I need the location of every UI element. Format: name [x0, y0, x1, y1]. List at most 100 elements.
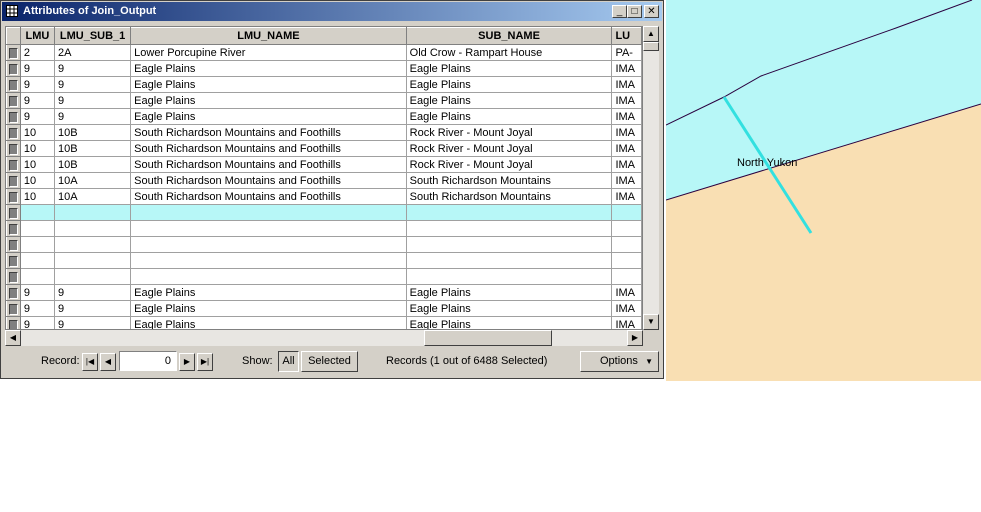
- cell-lmu-sub-1[interactable]: [54, 268, 132, 285]
- cell-lmu-sub-1[interactable]: 9: [54, 76, 132, 93]
- cell-lu[interactable]: IMA: [611, 300, 642, 317]
- row-selector[interactable]: [6, 252, 21, 269]
- scroll-right-button[interactable]: ▶: [627, 330, 643, 346]
- cell-lu[interactable]: [611, 252, 642, 269]
- cell-lu[interactable]: IMA: [611, 172, 642, 189]
- row-selector[interactable]: [6, 108, 21, 125]
- cell-lmu-name[interactable]: [130, 268, 407, 285]
- row-selector[interactable]: [6, 268, 21, 285]
- cell-lmu[interactable]: 10: [20, 124, 56, 141]
- cell-lmu-name[interactable]: South Richardson Mountains and Foothills: [130, 140, 407, 157]
- cell-lmu[interactable]: 9: [20, 300, 56, 317]
- table-row[interactable]: 9 9 Eagle Plains Eagle Plains IMA: [6, 60, 642, 77]
- row-selector[interactable]: [6, 44, 21, 61]
- table-row[interactable]: 9 9 Eagle Plains Eagle Plains IMA: [6, 108, 642, 125]
- cell-lmu-name[interactable]: South Richardson Mountains and Foothills: [130, 172, 407, 189]
- row-selector[interactable]: [6, 156, 21, 173]
- cell-lu[interactable]: IMA: [611, 60, 642, 77]
- cell-sub-name[interactable]: Eagle Plains: [406, 316, 613, 329]
- record-number-input[interactable]: 0: [119, 351, 177, 371]
- cell-sub-name[interactable]: Eagle Plains: [406, 108, 613, 125]
- table-row[interactable]: 10 10B South Richardson Mountains and Foot…: [6, 156, 642, 173]
- table-row[interactable]: [6, 236, 642, 253]
- cell-sub-name[interactable]: [406, 268, 613, 285]
- row-selector[interactable]: [6, 316, 21, 329]
- table-row[interactable]: 10 10B South Richardson Mountains and Foot…: [6, 140, 642, 157]
- options-button[interactable]: Options ▼: [580, 351, 659, 372]
- column-header-lu[interactable]: LU: [611, 27, 642, 45]
- cell-sub-name[interactable]: [406, 204, 613, 221]
- row-selector[interactable]: [6, 204, 21, 221]
- cell-lmu-sub-1[interactable]: 10B: [54, 140, 132, 157]
- row-selector[interactable]: [6, 300, 21, 317]
- cell-sub-name[interactable]: [406, 252, 613, 269]
- last-record-button[interactable]: ▶|: [197, 353, 213, 371]
- column-header-lmu-sub-1[interactable]: LMU_SUB_1: [54, 27, 132, 45]
- cell-lmu[interactable]: 9: [20, 284, 56, 301]
- cell-lmu-name[interactable]: Eagle Plains: [130, 284, 407, 301]
- cell-lu[interactable]: IMA: [611, 76, 642, 93]
- attribute-table[interactable]: LMU LMU_SUB_1 LMU_NAME SUB_NAME LU 2 2A Lo…: [5, 26, 643, 330]
- row-selector[interactable]: [6, 60, 21, 77]
- cell-lmu-name[interactable]: Lower Porcupine River: [130, 44, 407, 61]
- cell-sub-name[interactable]: Rock River - Mount Joyal: [406, 156, 613, 173]
- cell-lmu[interactable]: 9: [20, 108, 56, 125]
- table-row[interactable]: 9 9 Eagle Plains Eagle Plains IMA: [6, 92, 642, 109]
- cell-lmu[interactable]: 9: [20, 92, 56, 109]
- horizontal-scrollbar[interactable]: ◀ ▶: [5, 330, 643, 346]
- cell-lmu[interactable]: 2: [20, 44, 56, 61]
- table-row[interactable]: [6, 268, 642, 285]
- cell-lmu-sub-1[interactable]: [54, 236, 132, 253]
- table-row[interactable]: 9 9 Eagle Plains Eagle Plains IMA: [6, 316, 642, 329]
- cell-lmu-name[interactable]: [130, 204, 407, 221]
- map-view[interactable]: North Yukon: [666, 0, 981, 381]
- scroll-left-button[interactable]: ◀: [5, 330, 21, 346]
- table-row[interactable]: 10 10B South Richardson Mountains and Foot…: [6, 124, 642, 141]
- cell-lmu-sub-1[interactable]: 9: [54, 92, 132, 109]
- cell-lmu-sub-1[interactable]: 10A: [54, 172, 132, 189]
- minimize-button[interactable]: _: [612, 5, 627, 18]
- cell-lmu-sub-1[interactable]: 9: [54, 316, 132, 329]
- title-bar[interactable]: Attributes of Join_Output _ □ ✕: [2, 2, 662, 21]
- show-selected-button[interactable]: Selected: [301, 351, 358, 372]
- cell-lmu-sub-1[interactable]: 9: [54, 60, 132, 77]
- cell-lmu-name[interactable]: [130, 236, 407, 253]
- cell-sub-name[interactable]: Rock River - Mount Joyal: [406, 140, 613, 157]
- cell-lmu-name[interactable]: Eagle Plains: [130, 92, 407, 109]
- row-selector[interactable]: [6, 172, 21, 189]
- cell-lmu-name[interactable]: South Richardson Mountains and Foothills: [130, 124, 407, 141]
- table-row[interactable]: 10 10A South Richardson Mountains and Foot…: [6, 188, 642, 205]
- row-selector[interactable]: [6, 220, 21, 237]
- cell-lmu-name[interactable]: South Richardson Mountains and Foothills: [130, 156, 407, 173]
- cell-lu[interactable]: IMA: [611, 92, 642, 109]
- cell-lmu[interactable]: 10: [20, 140, 56, 157]
- table-row[interactable]: 9 9 Eagle Plains Eagle Plains IMA: [6, 284, 642, 301]
- cell-lu[interactable]: [611, 220, 642, 237]
- column-header-sub-name[interactable]: SUB_NAME: [405, 27, 613, 45]
- cell-lmu-sub-1[interactable]: 9: [54, 108, 132, 125]
- first-record-button[interactable]: |◀: [82, 353, 98, 371]
- row-selector[interactable]: [6, 76, 21, 93]
- cell-lu[interactable]: [611, 268, 642, 285]
- row-selector[interactable]: [6, 92, 21, 109]
- cell-lmu[interactable]: [20, 268, 56, 285]
- column-header-lmu-name[interactable]: LMU_NAME: [130, 27, 407, 45]
- next-record-button[interactable]: ▶: [179, 353, 195, 371]
- cell-lmu[interactable]: [20, 204, 56, 221]
- row-selector[interactable]: [6, 124, 21, 141]
- cell-sub-name[interactable]: [406, 220, 613, 237]
- cell-lmu-sub-1[interactable]: [54, 204, 132, 221]
- cell-sub-name[interactable]: Eagle Plains: [406, 300, 613, 317]
- scroll-up-button[interactable]: ▲: [643, 26, 659, 42]
- cell-lmu[interactable]: 9: [20, 76, 56, 93]
- cell-sub-name[interactable]: Eagle Plains: [406, 92, 613, 109]
- cell-lmu-name[interactable]: [130, 252, 407, 269]
- cell-sub-name[interactable]: Eagle Plains: [406, 284, 613, 301]
- close-button[interactable]: ✕: [644, 5, 659, 18]
- cell-lmu-sub-1[interactable]: 10A: [54, 188, 132, 205]
- cell-lu[interactable]: [611, 236, 642, 253]
- cell-lmu[interactable]: 10: [20, 156, 56, 173]
- cell-lmu[interactable]: [20, 252, 56, 269]
- cell-lu[interactable]: PA-: [611, 44, 642, 61]
- cell-lmu[interactable]: 10: [20, 172, 56, 189]
